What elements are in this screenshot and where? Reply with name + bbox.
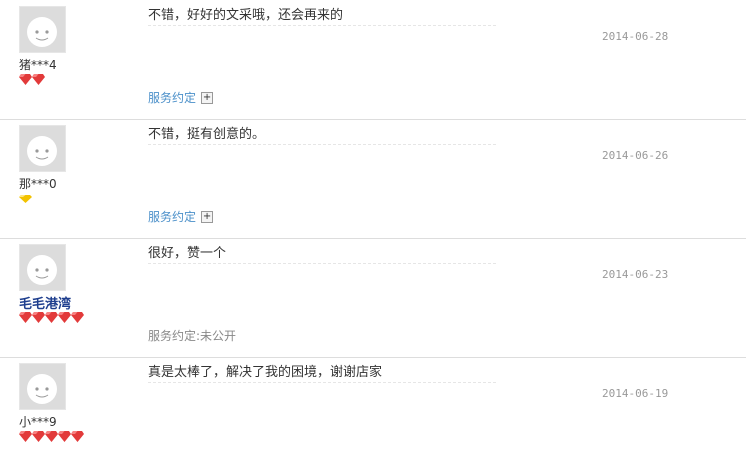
avatar[interactable] bbox=[19, 363, 66, 410]
avatar[interactable] bbox=[19, 244, 66, 291]
red-diamond-icon bbox=[32, 74, 45, 85]
red-diamond-icon bbox=[71, 312, 84, 323]
review-date: 2014-06-26 bbox=[602, 149, 669, 162]
review-item: 小***9 真是太棒了，解决了我的困境，谢谢店家 2014-06-19 bbox=[0, 357, 746, 476]
review-comment: 很好，赞一个 bbox=[148, 246, 227, 261]
buyer-level-badges bbox=[19, 193, 32, 205]
expand-icon[interactable]: + bbox=[201, 210, 214, 223]
username[interactable]: 小***9 bbox=[19, 413, 57, 430]
review-item: 那***0 不错，挺有创意的。 2014-06-26 服务约定 + bbox=[0, 119, 746, 239]
service-agreement-link[interactable]: 服务约定 bbox=[148, 89, 196, 106]
review-comment: 不错，好好的文采哦，还会再来的 bbox=[148, 8, 344, 23]
service-agreement: 服务约定 + bbox=[148, 89, 214, 106]
review-comment: 不错，挺有创意的。 bbox=[148, 127, 266, 142]
expand-icon[interactable]: + bbox=[201, 91, 214, 104]
divider bbox=[148, 382, 496, 383]
red-diamond-icon bbox=[58, 431, 71, 442]
buyer-level-badges bbox=[19, 431, 84, 443]
red-diamond-icon bbox=[58, 312, 71, 323]
red-diamond-icon bbox=[32, 431, 45, 442]
red-diamond-icon bbox=[32, 312, 45, 323]
yellow-diamond-icon bbox=[19, 193, 32, 204]
service-agreement: 服务约定 + bbox=[148, 208, 214, 225]
username[interactable]: 毛毛港湾 bbox=[19, 293, 71, 312]
red-diamond-icon bbox=[71, 431, 84, 442]
avatar[interactable] bbox=[19, 125, 66, 172]
red-diamond-icon bbox=[19, 74, 32, 85]
service-agreement-link[interactable]: 服务约定 bbox=[148, 208, 196, 225]
divider bbox=[148, 263, 496, 264]
red-diamond-icon bbox=[45, 431, 58, 442]
divider bbox=[148, 25, 496, 26]
review-comment: 真是太棒了，解决了我的困境，谢谢店家 bbox=[148, 365, 383, 380]
divider bbox=[148, 144, 496, 145]
review-date: 2014-06-28 bbox=[602, 30, 669, 43]
review-item: 毛毛港湾 很好，赞一个 2014-06-23 服务约定:未公开 bbox=[0, 238, 746, 358]
red-diamond-icon bbox=[19, 312, 32, 323]
review-date: 2014-06-19 bbox=[602, 387, 669, 400]
review-date: 2014-06-23 bbox=[602, 268, 669, 281]
service-agreement: 服务约定:未公开 bbox=[148, 327, 236, 344]
buyer-level-badges bbox=[19, 312, 84, 324]
review-item: 猪***4 不错，好好的文采哦，还会再来的 2014-06-28 服务约定 + bbox=[0, 0, 746, 120]
username[interactable]: 猪***4 bbox=[19, 56, 57, 73]
red-diamond-icon bbox=[45, 312, 58, 323]
red-diamond-icon bbox=[19, 431, 32, 442]
service-agreement-status: 服务约定:未公开 bbox=[148, 329, 237, 343]
buyer-level-badges bbox=[19, 74, 45, 86]
avatar[interactable] bbox=[19, 6, 66, 53]
username[interactable]: 那***0 bbox=[19, 175, 57, 192]
